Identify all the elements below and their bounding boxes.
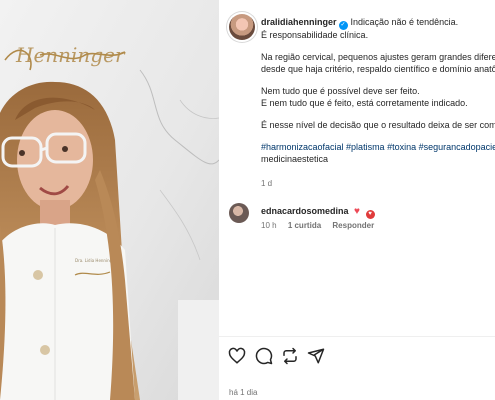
- author-username[interactable]: dralidiahenninger: [261, 17, 337, 27]
- commenter-avatar[interactable]: [229, 203, 249, 223]
- action-bar: [219, 336, 495, 373]
- hashtags[interactable]: #harmonizacaofacial #platisma #toxina #s…: [261, 142, 495, 153]
- comment-icon[interactable]: [255, 347, 273, 365]
- wall-signature-text: Henninger: [15, 43, 126, 67]
- like-heart-icon[interactable]: [228, 347, 246, 365]
- post-media[interactable]: Henninger Dra. Lidia Henninger: [0, 0, 219, 400]
- post-video-frame: Henninger Dra. Lidia Henninger: [0, 0, 219, 400]
- red-heart-emoji-icon: ♥: [354, 206, 360, 217]
- post-time[interactable]: 1 d: [261, 179, 272, 188]
- caption-line: Nem tudo que é possível deve ser feito.: [261, 86, 420, 97]
- reply-button[interactable]: Responder: [332, 221, 374, 230]
- share-icon[interactable]: [307, 347, 325, 365]
- author-avatar[interactable]: [229, 14, 255, 40]
- commenter-username[interactable]: ednacardosomedina: [261, 206, 349, 216]
- caption-line: É nesse nível de decisão que o resultado…: [261, 120, 495, 131]
- hashtag-continuation[interactable]: medicinaestetica: [261, 154, 495, 165]
- verified-badge-icon: ✓: [338, 21, 348, 30]
- comment-time[interactable]: 10 h: [261, 221, 277, 230]
- post-panel: dralidiahenninger ✓ Indicação não é tendên…: [219, 0, 495, 400]
- caption-line: É responsabilidade clínica.: [261, 30, 369, 40]
- repost-icon[interactable]: [281, 347, 299, 365]
- heart-eyes-emoji-icon: ♥: [365, 210, 375, 219]
- caption-line: E nem tudo que é feito, está corretament…: [261, 97, 468, 108]
- caption-line: Indicação não é tendência.: [350, 17, 459, 27]
- post-date[interactable]: há 1 dia: [229, 388, 257, 397]
- caption-line: Na região cervical, pequenos ajustes ger…: [261, 52, 495, 63]
- caption-line: desde que haja critério, respaldo cientí…: [261, 63, 495, 74]
- post-caption: dralidiahenninger ✓ Indicação não é tendên…: [261, 17, 495, 165]
- comment-likes[interactable]: 1 curtida: [288, 221, 321, 230]
